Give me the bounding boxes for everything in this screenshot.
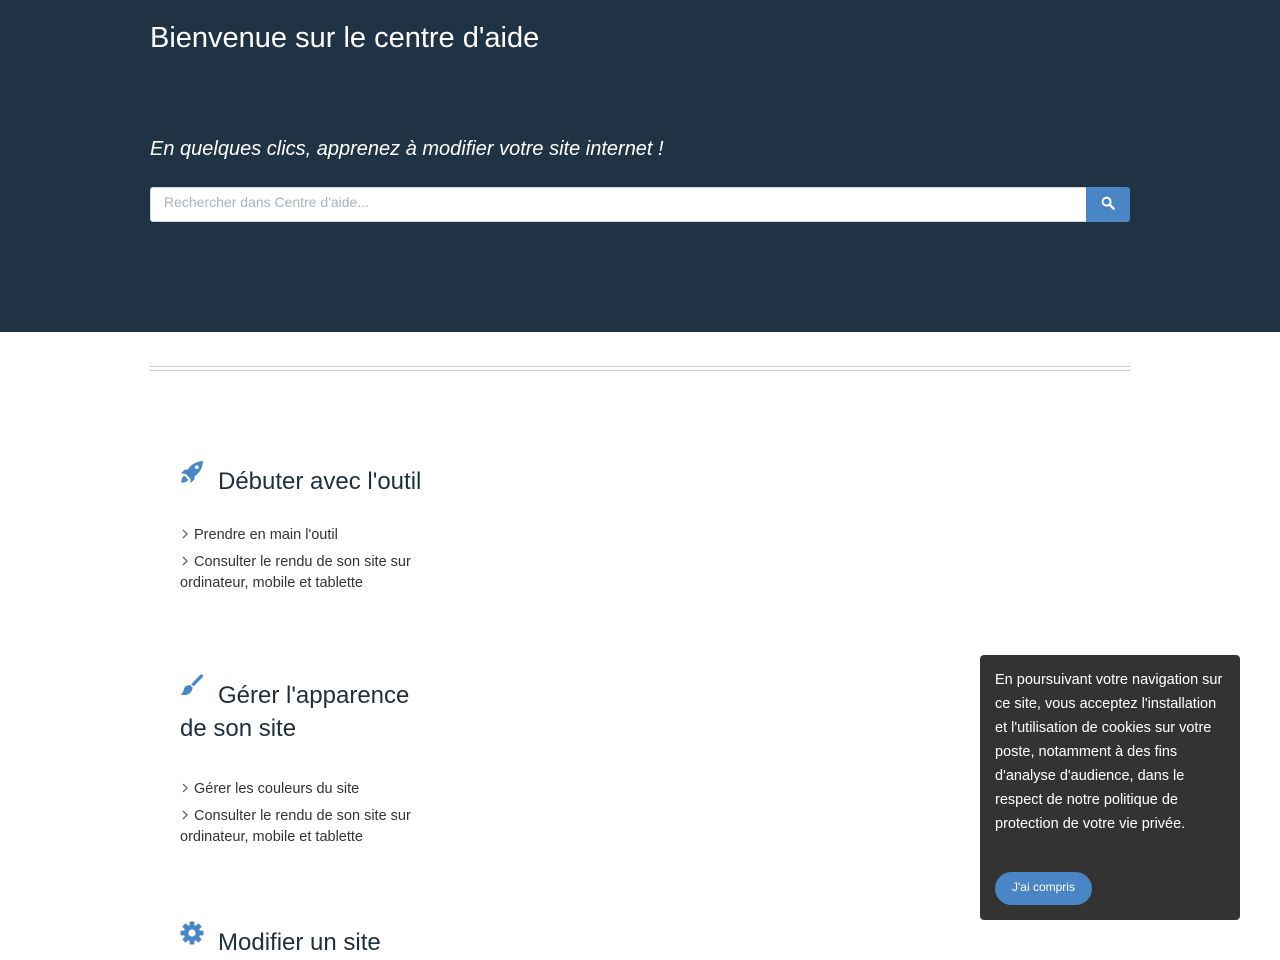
page-title: Bienvenue sur le centre d'aide	[150, 22, 540, 54]
chevron-right-icon	[182, 556, 188, 566]
cookie-notice-text: En poursuivant votre navigation sur ce s…	[995, 672, 1223, 832]
section-appearance: Gérer l'apparence de son site Gérer les …	[180, 674, 440, 854]
section-getting-started: Débuter avec l'outil Prendre en main l'o…	[180, 461, 440, 600]
list-item: Consulter le rendu de son site sur ordin…	[180, 806, 440, 848]
accept-cookies-button[interactable]: J'ai compris	[995, 872, 1092, 905]
cookie-banner: En poursuivant votre navigation sur ce s…	[980, 655, 1240, 920]
list-item: Consulter le rendu de son site sur ordin…	[180, 552, 440, 594]
section-title: Modifier un site	[180, 921, 440, 959]
chevron-right-icon	[182, 810, 188, 820]
chevron-right-icon	[182, 529, 188, 539]
section-divider	[150, 366, 1130, 371]
article-link[interactable]: Consulter le rendu de son site sur ordin…	[180, 552, 440, 594]
hero-banner: Bienvenue sur le centre d'aide En quelqu…	[0, 0, 1280, 332]
section-edit-site: Modifier un site	[180, 921, 440, 959]
section-title: Gérer l'apparence de son site	[180, 674, 440, 745]
rocket-icon	[181, 461, 203, 483]
section-title: Débuter avec l'outil	[180, 461, 440, 498]
list-item: Gérer les couleurs du site	[180, 779, 440, 800]
chevron-right-icon	[182, 783, 188, 793]
article-link[interactable]: Gérer les couleurs du site	[180, 779, 440, 800]
search-button[interactable]	[1086, 187, 1130, 222]
hero-subtitle: En quelques clics, apprenez à modifier v…	[150, 138, 664, 160]
article-link[interactable]: Consulter le rendu de son site sur ordin…	[180, 806, 440, 848]
gear-icon	[180, 921, 204, 945]
paintbrush-icon	[180, 674, 204, 696]
search-input[interactable]	[150, 187, 1087, 222]
search-icon	[1101, 196, 1115, 210]
article-link[interactable]: Prendre en main l'outil	[180, 525, 440, 546]
list-item: Prendre en main l'outil	[180, 525, 440, 546]
